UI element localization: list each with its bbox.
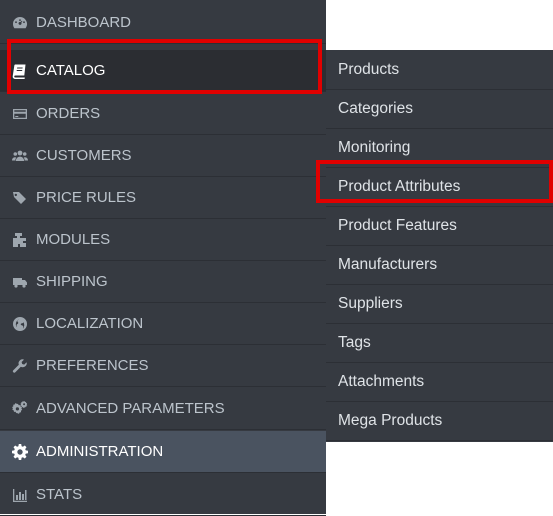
sidebar-item-label: ADMINISTRATION (36, 443, 164, 460)
sidebar-item-label: STATS (36, 486, 83, 503)
globe-icon (12, 315, 34, 333)
sidebar-item-preferences[interactable]: PREFERENCES (0, 345, 326, 387)
sidebar-item-modules[interactable]: MODULES (0, 219, 326, 261)
submenu-item-monitoring[interactable]: Monitoring (326, 129, 553, 168)
sidebar-item-administration[interactable]: ADMINISTRATION (0, 431, 326, 473)
submenu-item-attachments[interactable]: Attachments (326, 363, 553, 402)
tag-icon (12, 189, 34, 207)
users-icon (12, 147, 34, 165)
submenu-item-mega-products[interactable]: Mega Products (326, 402, 553, 441)
credit-card-icon (12, 105, 34, 123)
admin-page: DASHBOARD CATALOG ORDERS CUSTOMERS PRICE (0, 0, 553, 516)
submenu-item-tags[interactable]: Tags (326, 324, 553, 363)
sidebar-item-customers[interactable]: CUSTOMERS (0, 135, 326, 177)
sidebar-item-label: DASHBOARD (36, 14, 132, 31)
gear-icon (12, 443, 34, 461)
sidebar-item-label: SHIPPING (36, 273, 108, 290)
submenu-item-manufacturers[interactable]: Manufacturers (326, 246, 553, 285)
catalog-submenu: Products Categories Monitoring Product A… (326, 50, 553, 442)
dashboard-icon (12, 14, 34, 32)
bar-chart-icon (12, 486, 34, 504)
submenu-item-suppliers[interactable]: Suppliers (326, 285, 553, 324)
sidebar-item-label: CUSTOMERS (36, 147, 132, 164)
submenu-item-categories[interactable]: Categories (326, 90, 553, 129)
sidebar-item-label: ADVANCED PARAMETERS (36, 400, 225, 417)
sidebar-item-advanced-parameters[interactable]: ADVANCED PARAMETERS (0, 388, 326, 430)
sidebar-item-label: PREFERENCES (36, 357, 149, 374)
sidebar-item-price-rules[interactable]: PRICE RULES (0, 177, 326, 219)
sidebar-item-orders[interactable]: ORDERS (0, 93, 326, 135)
cogs-icon (12, 400, 34, 418)
sidebar-item-stats[interactable]: STATS (0, 474, 326, 516)
sidebar-item-shipping[interactable]: SHIPPING (0, 261, 326, 303)
sidebar-item-label: ORDERS (36, 105, 101, 122)
sidebar-item-catalog[interactable]: CATALOG (0, 50, 326, 92)
sidebar-item-label: MODULES (36, 231, 111, 248)
book-icon (12, 62, 34, 80)
sidebar-item-label: LOCALIZATION (36, 315, 144, 332)
sidebar-item-label: PRICE RULES (36, 189, 137, 206)
sidebar-item-label: CATALOG (36, 62, 106, 79)
sidebar-item-dashboard[interactable]: DASHBOARD (0, 2, 326, 44)
truck-icon (12, 273, 34, 291)
puzzle-icon (12, 231, 34, 249)
sidebar-nav: DASHBOARD CATALOG ORDERS CUSTOMERS PRICE (0, 0, 326, 516)
submenu-item-products[interactable]: Products (326, 51, 553, 90)
submenu-item-product-features[interactable]: Product Features (326, 207, 553, 246)
sidebar-item-localization[interactable]: LOCALIZATION (0, 303, 326, 345)
wrench-icon (12, 357, 34, 375)
submenu-item-product-attributes[interactable]: Product Attributes (326, 168, 553, 207)
